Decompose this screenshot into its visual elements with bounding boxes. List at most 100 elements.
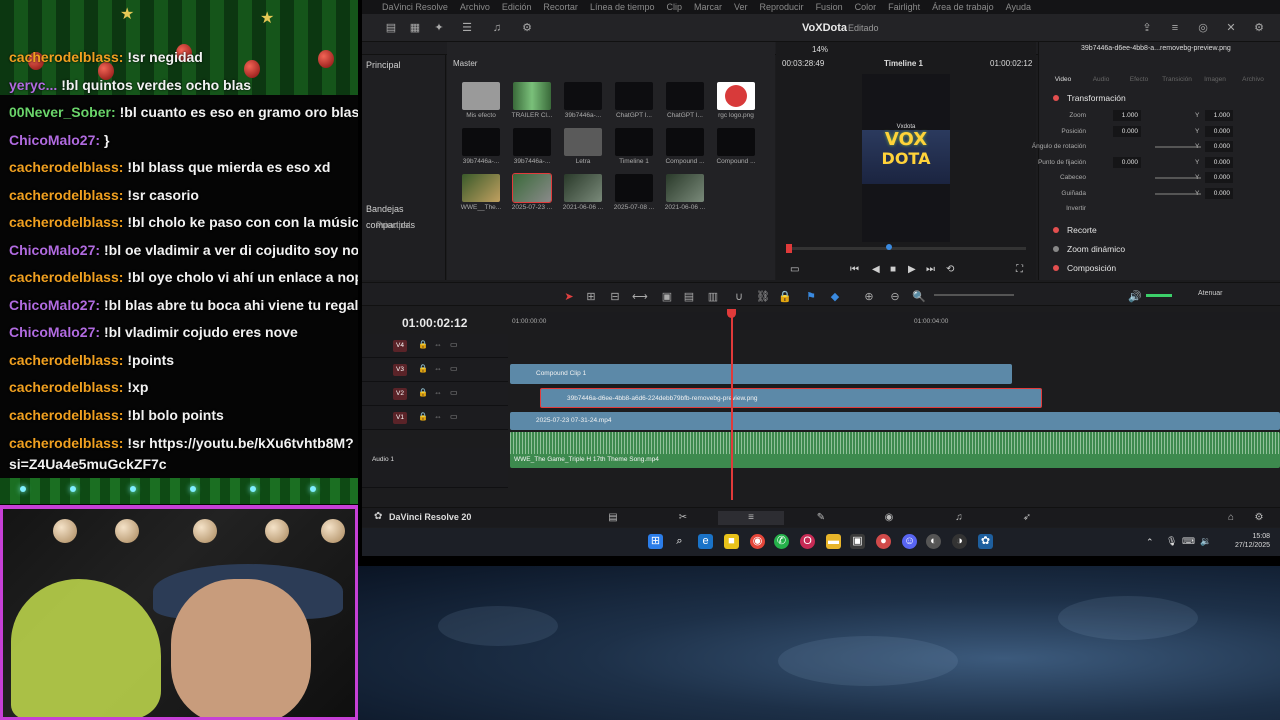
menu-item[interactable]: Área de trabajo xyxy=(932,2,994,12)
track-header[interactable]: V3 🔒 ⇔ ▭ xyxy=(362,358,508,382)
menu-item[interactable]: Línea de tiempo xyxy=(590,2,655,12)
mic-icon[interactable]: 🎙 xyxy=(1166,536,1177,547)
media-pool-clip[interactable] xyxy=(462,174,500,202)
playhead[interactable] xyxy=(731,310,733,500)
param-y-value[interactable]: 1.000 xyxy=(1205,110,1233,121)
inspector-tab[interactable]: Audio xyxy=(1083,76,1119,83)
search-icon[interactable]: ⌕ xyxy=(672,534,687,549)
attenuate-button[interactable]: Atenuar xyxy=(1198,290,1223,297)
tray-chevron-icon[interactable]: ⌃ xyxy=(1146,537,1154,548)
media-pool-icon[interactable]: ▤ xyxy=(384,21,398,35)
track-toggle-icon[interactable]: ▭ xyxy=(450,412,458,421)
project-settings-icon[interactable]: ⚙ xyxy=(1252,511,1266,525)
loop-icon[interactable]: ⟲ xyxy=(946,264,954,275)
dynamic-trim-icon[interactable]: ⊟ xyxy=(608,290,622,304)
menu-item[interactable]: Ver xyxy=(734,2,748,12)
media-pool-clip[interactable] xyxy=(615,128,653,156)
system-clock[interactable]: 15:08 27/12/2025 xyxy=(1235,532,1270,550)
timeline-selector[interactable]: Timeline 1 xyxy=(884,56,923,72)
close-icon[interactable]: ✕ xyxy=(1224,21,1238,35)
store-icon[interactable]: ▣ xyxy=(850,534,865,549)
track-header[interactable]: V4 🔒 ⇔ ▭ xyxy=(362,334,508,358)
skip-start-icon[interactable]: ⏮ xyxy=(850,264,859,275)
view-options-icon[interactable]: ▭ xyxy=(790,264,799,275)
enabled-dot-icon[interactable] xyxy=(1053,95,1059,101)
param-x-value[interactable]: 0.000 xyxy=(1113,125,1141,137)
home-icon[interactable]: ⌂ xyxy=(1224,511,1238,525)
app2-icon[interactable]: ◑ xyxy=(952,534,967,549)
menu-item[interactable]: Edición xyxy=(502,2,532,12)
param-y-value[interactable]: 0.000 xyxy=(1205,156,1233,168)
inspector-tab[interactable]: Video xyxy=(1045,76,1081,83)
insert-icon[interactable]: ▣ xyxy=(660,290,674,304)
track-lock-icon[interactable]: 🔒 xyxy=(418,364,428,373)
whatsapp-icon[interactable]: ✆ xyxy=(774,534,789,549)
scrub-bar[interactable] xyxy=(786,244,1026,253)
inspector-icon[interactable]: ◎ xyxy=(1196,21,1210,35)
lock-icon[interactable]: 🔒 xyxy=(778,290,792,304)
notes-icon[interactable]: ■ xyxy=(724,534,739,549)
sound-library-icon[interactable]: ♫ xyxy=(490,21,504,35)
menu-item[interactable]: DaVinci Resolve xyxy=(382,2,448,12)
folder-icon[interactable]: ▬ xyxy=(826,534,841,549)
effects-icon[interactable]: ✦ xyxy=(432,21,446,35)
media-pool-clip[interactable] xyxy=(666,82,704,110)
play-reverse-icon[interactable]: ◀ xyxy=(872,264,880,275)
blade-tool-icon[interactable]: ⟷ xyxy=(632,290,648,304)
media-pool-clip[interactable] xyxy=(666,128,704,156)
clip-v2-selected[interactable]: 39b7446a-d6ee-4bb8-a6d6-224debb79bfb-rem… xyxy=(540,388,1042,408)
menu-item[interactable]: Color xyxy=(855,2,877,12)
clip-v3[interactable]: Compound Clip 1 xyxy=(510,364,1012,384)
zoom-slider[interactable] xyxy=(934,294,1014,296)
media-pool-clip[interactable] xyxy=(717,82,755,110)
media-pool-clip[interactable] xyxy=(512,173,552,203)
obs-icon[interactable]: ● xyxy=(876,534,891,549)
app-icon[interactable]: ◐ xyxy=(926,534,941,549)
timeline-ruler[interactable]: 01:00:00:00 01:00:04:00 xyxy=(510,312,1280,330)
media-pool-clip[interactable] xyxy=(513,82,551,110)
fullscreen-icon[interactable]: ⛶ xyxy=(1016,264,1023,275)
transform-section[interactable]: Transformación xyxy=(1039,90,1280,106)
selection-tool-icon[interactable]: ➤ xyxy=(562,290,576,304)
track-auto-select-icon[interactable]: ⇔ xyxy=(434,388,442,397)
menu-item[interactable]: Fairlight xyxy=(888,2,920,12)
track-lock-icon[interactable]: 🔒 xyxy=(418,412,428,421)
inspector-tab[interactable]: Efecto xyxy=(1121,76,1157,83)
color-page-icon[interactable]: ◉ xyxy=(882,511,896,525)
media-pool-clip[interactable] xyxy=(513,128,551,156)
metadata-icon[interactable]: ⇪ xyxy=(1140,21,1154,35)
link-icon[interactable]: ⛓ xyxy=(756,290,770,304)
menu-item[interactable]: Archivo xyxy=(460,2,490,12)
volume-slider[interactable] xyxy=(1146,294,1172,297)
track-header[interactable]: V1 🔒 ⇔ ▭ xyxy=(362,406,508,430)
bin-principal[interactable]: Principal xyxy=(362,57,445,73)
edge-icon[interactable]: e xyxy=(698,534,713,549)
media-pool-clip[interactable] xyxy=(717,128,755,156)
marker-icon[interactable]: ◆ xyxy=(828,290,842,304)
menu-item[interactable]: Fusion xyxy=(816,2,843,12)
media-pool-clip[interactable] xyxy=(564,128,602,156)
track-lock-icon[interactable]: 🔒 xyxy=(418,388,428,397)
media-pool-clip[interactable] xyxy=(564,82,602,110)
transitions-icon[interactable]: ⚙ xyxy=(520,21,534,35)
snap-icon[interactable]: ∪ xyxy=(732,290,746,304)
section-enable-icon[interactable] xyxy=(1053,227,1059,233)
wifi-icon[interactable]: ⌨ xyxy=(1182,536,1195,547)
param-y-value[interactable]: 0.000 xyxy=(1205,125,1233,137)
chrome-icon[interactable]: ◉ xyxy=(750,534,765,549)
menu-item[interactable]: Marcar xyxy=(694,2,722,12)
param-y-value[interactable]: 0.000 xyxy=(1205,187,1233,199)
track-auto-select-icon[interactable]: ⇔ xyxy=(434,340,442,349)
media-pool-clip[interactable] xyxy=(564,174,602,202)
overwrite-icon[interactable]: ▤ xyxy=(682,290,696,304)
replace-icon[interactable]: ▥ xyxy=(706,290,720,304)
inspector-section[interactable]: Composición xyxy=(1039,260,1280,276)
inspector-section[interactable]: Zoom dinámico xyxy=(1039,241,1280,257)
menu-item[interactable]: Reproducir xyxy=(760,2,804,12)
opera-icon[interactable]: O xyxy=(800,534,815,549)
track-toggle-icon[interactable]: ▭ xyxy=(450,340,458,349)
menu-item[interactable]: Clip xyxy=(666,2,682,12)
param-y-value[interactable]: 0.000 xyxy=(1205,141,1233,152)
track-toggle-icon[interactable]: ▭ xyxy=(450,364,458,373)
zoom-custom-icon[interactable]: 🔍 xyxy=(912,290,926,304)
